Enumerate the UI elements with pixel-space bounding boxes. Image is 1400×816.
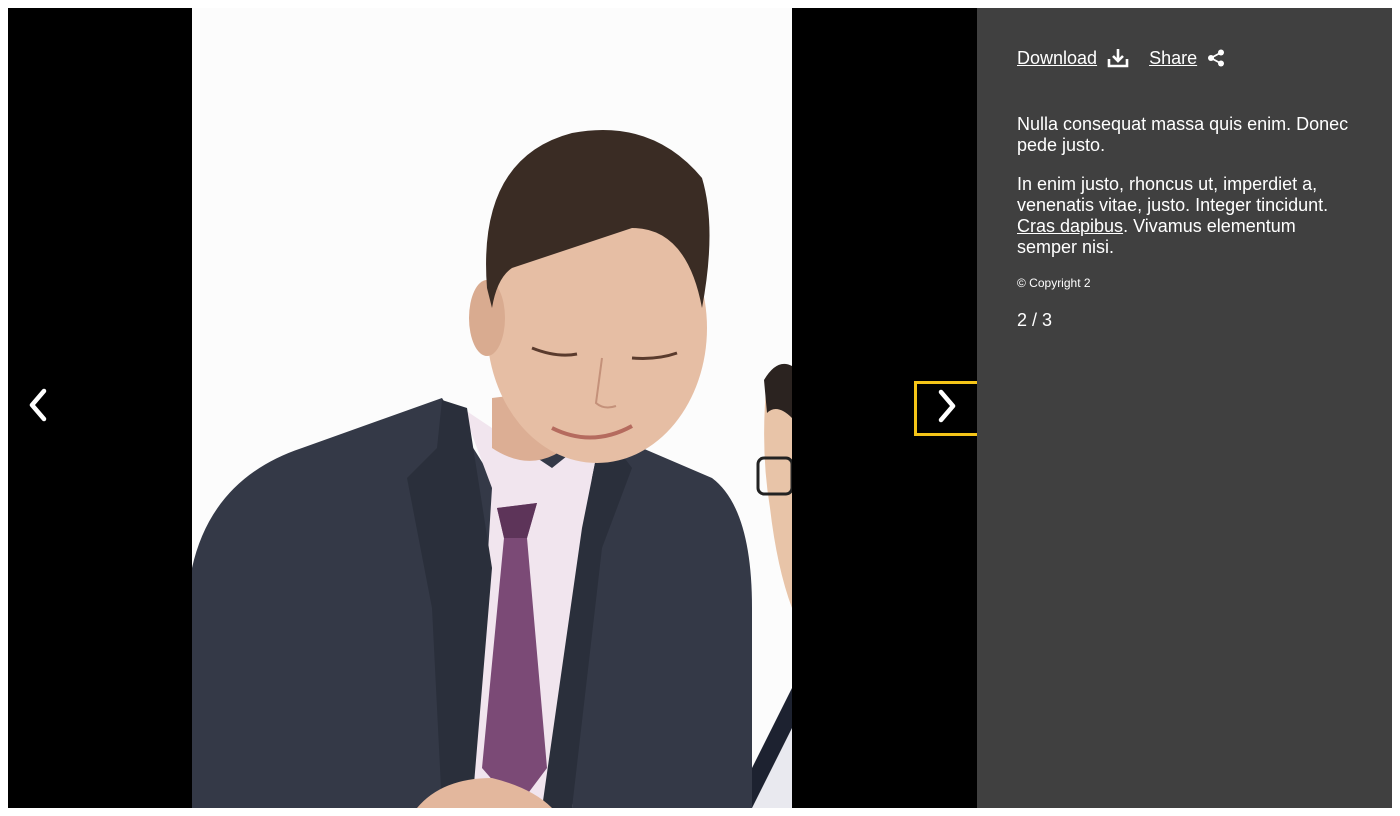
image-description: Nulla consequat massa quis enim. Donec p…	[1017, 114, 1352, 258]
next-image-button[interactable]	[914, 381, 977, 436]
download-link[interactable]: Download	[1017, 48, 1097, 69]
lightbox: Download Share Nulla consequat massa qui…	[8, 8, 1392, 808]
share-group: Share	[1149, 48, 1225, 69]
share-link[interactable]: Share	[1149, 48, 1197, 69]
image-stage	[8, 8, 977, 808]
cras-dapibus-link[interactable]: Cras dapibus	[1017, 216, 1123, 236]
copyright-text: © Copyright 2	[1017, 276, 1091, 290]
caption-sidebar: Download Share Nulla consequat massa qui…	[977, 8, 1392, 808]
share-icon[interactable]	[1207, 49, 1225, 67]
description-paragraph-1: Nulla consequat massa quis enim. Donec p…	[1017, 114, 1349, 155]
description-text-before-link: In enim justo, rhoncus ut, imperdiet a, …	[1017, 174, 1329, 215]
description-paragraph-2: In enim justo, rhoncus ut, imperdiet a, …	[1017, 174, 1352, 258]
image-counter: 2 / 3	[1017, 310, 1053, 330]
previous-image-button[interactable]	[8, 381, 68, 433]
download-icon[interactable]	[1107, 48, 1129, 68]
chevron-right-icon	[935, 388, 959, 429]
action-bar: Download Share	[1017, 46, 1352, 70]
chevron-left-icon	[26, 387, 50, 428]
gallery-photo	[192, 8, 792, 808]
